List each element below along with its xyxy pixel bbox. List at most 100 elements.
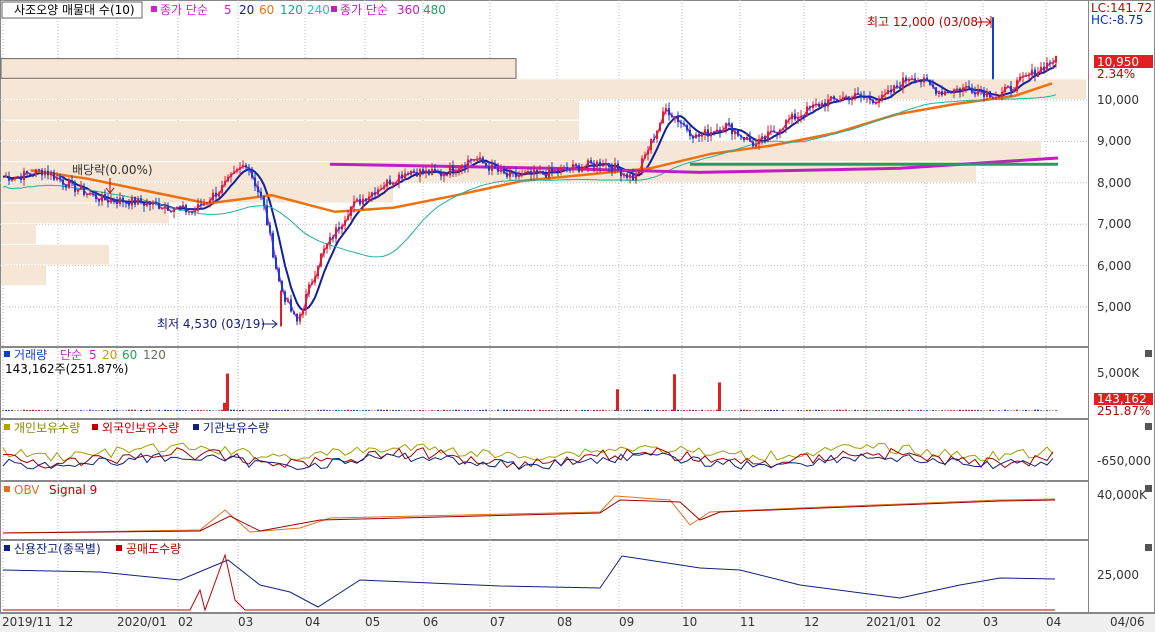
volume-profile-bar (1, 245, 109, 265)
volume-bar (902, 410, 904, 411)
volume-bar (353, 410, 355, 411)
candle-body (119, 198, 121, 204)
volume-bar (134, 410, 136, 411)
volume-bar (467, 410, 469, 411)
candle-body (653, 139, 655, 140)
close-holders-panel-icon[interactable] (1145, 423, 1152, 430)
candle-body (662, 111, 664, 123)
candle-body (797, 117, 799, 119)
volume-bar (92, 410, 94, 411)
candle-body (5, 176, 7, 177)
y-tick-9000: 9,000 (1097, 134, 1131, 148)
candle-body (50, 173, 52, 176)
candle-body (188, 212, 190, 213)
volume-bar (284, 410, 286, 411)
close-volume-panel-icon[interactable] (1145, 350, 1152, 357)
holders-foreign: 외국인보유수량 (102, 421, 179, 435)
candle-body (725, 123, 727, 130)
volume-bar (896, 410, 898, 411)
candle-body (524, 172, 526, 173)
candle-body (887, 90, 889, 94)
volume-profile-bar (1, 59, 516, 79)
volume-bar (26, 410, 28, 411)
candle-body (437, 172, 439, 173)
candle-body (647, 150, 649, 155)
volume-bar (419, 410, 421, 411)
volume-bar (512, 410, 514, 411)
candle-body (749, 137, 751, 142)
volume-bar (203, 410, 205, 411)
volume-bar (290, 410, 292, 411)
volume-bar (5, 410, 7, 411)
candle-body (767, 132, 769, 140)
volume-bar (932, 410, 934, 411)
candle-body (935, 87, 937, 94)
candle-body (587, 160, 589, 166)
candle-body (383, 186, 385, 188)
volume-bar (263, 410, 265, 411)
candle-body (809, 106, 811, 108)
candle-body (698, 134, 700, 136)
volume-bar (74, 410, 76, 411)
volume-bar (809, 410, 811, 411)
close-obv-panel-icon[interactable] (1145, 485, 1152, 492)
short-sale-line (3, 555, 1055, 610)
volume-spike (718, 382, 721, 411)
candle-body (455, 171, 457, 172)
volume-bar (875, 410, 877, 411)
volume-bar (872, 410, 874, 411)
candle-body (923, 78, 925, 83)
volume-bar (587, 410, 589, 411)
candle-body (962, 88, 964, 92)
candle-body (32, 175, 34, 176)
candle-body (701, 134, 703, 136)
volume-bar (509, 410, 511, 411)
candle-body (341, 226, 343, 230)
volume-bar (848, 410, 850, 411)
volume-bar (626, 410, 628, 411)
candle-body (500, 169, 502, 172)
volume-bar (788, 410, 790, 411)
candle-body (533, 170, 535, 175)
volume-bar (953, 410, 955, 411)
candle-body (791, 114, 793, 119)
candle-body (65, 185, 67, 188)
candle-body (854, 93, 856, 97)
candle-body (965, 86, 967, 87)
candle-body (404, 173, 406, 178)
candle-body (272, 233, 274, 258)
volume-bar (575, 410, 577, 411)
candle-body (848, 96, 850, 100)
candle-body (758, 139, 760, 144)
volume-bar (167, 410, 169, 411)
volume-current: 143,162주(251.87%) (5, 362, 128, 376)
volume-bar (356, 410, 358, 411)
last-change: 2.34% (1097, 67, 1135, 81)
volume-bar (950, 410, 952, 411)
candle-body (614, 163, 616, 171)
candle-body (734, 131, 736, 134)
volume-bar (620, 410, 622, 411)
candle-body (764, 136, 766, 140)
volume-bar (35, 410, 37, 411)
candle-body (881, 95, 883, 101)
candle-body (974, 93, 976, 95)
candle-body (155, 202, 157, 204)
candle-body (788, 119, 790, 120)
candle-body (257, 186, 259, 192)
y-tick-7000: 7,000 (1097, 217, 1131, 231)
stock-chart-svg[interactable]: 사조오양 매물대 수(10) 종가 단순 5 20 60 120 240 종가 … (0, 0, 1155, 632)
volume-bar (857, 410, 859, 411)
close-credit-panel-icon[interactable] (1145, 544, 1152, 551)
volume-bar (815, 410, 817, 411)
volume-bar (287, 410, 289, 411)
candle-body (857, 93, 859, 94)
volume-bar (629, 410, 631, 411)
volume-bar (899, 410, 901, 411)
volume-bar (464, 410, 466, 411)
candle-body (263, 196, 265, 205)
volume-bar (404, 410, 406, 411)
candle-body (191, 212, 193, 213)
candle-body (839, 100, 841, 101)
volume-bar (884, 410, 886, 411)
